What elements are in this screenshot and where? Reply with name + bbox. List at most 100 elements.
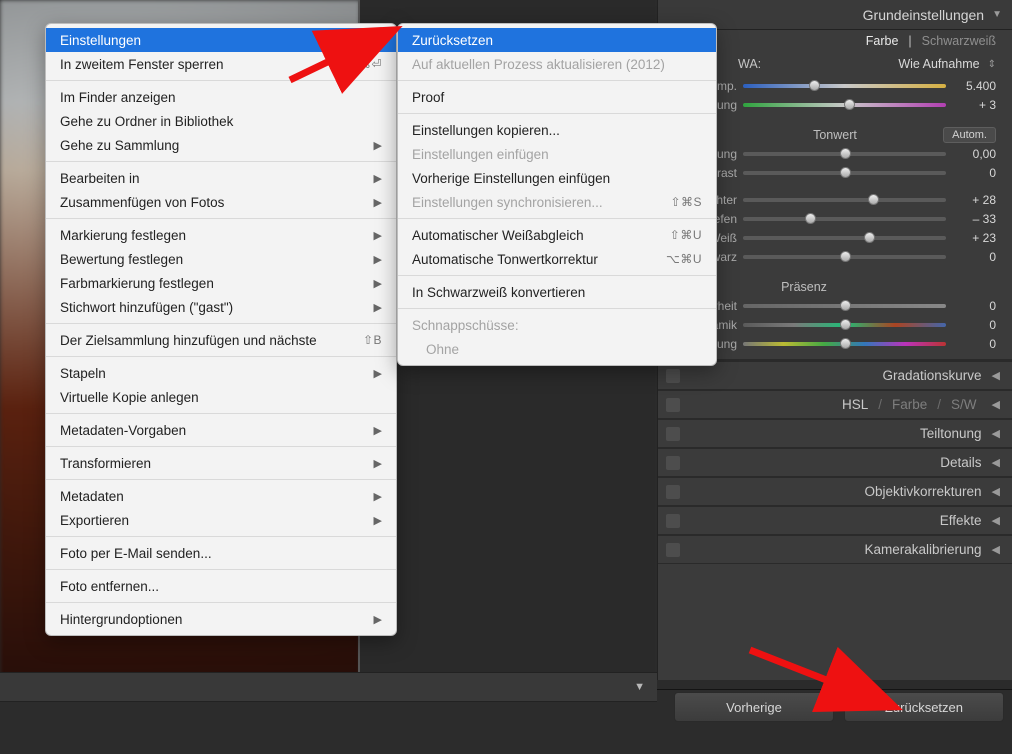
panel-section-header[interactable]: Kamerakalibrierung◀ [658, 535, 1012, 564]
panel-toggle-icon[interactable] [666, 369, 680, 383]
chevron-left-icon: ◀ [992, 369, 1000, 382]
menu-item: Ohne [398, 337, 716, 361]
slider-track[interactable] [743, 217, 946, 221]
auto-button[interactable]: Autom. [943, 127, 996, 143]
panel-section-header[interactable]: HSL/Farbe/S/W◀ [658, 390, 1012, 419]
hsl-tab[interactable]: HSL [837, 397, 873, 412]
menu-separator [398, 275, 716, 276]
treatment-bw[interactable]: Schwarzweiß [922, 34, 996, 48]
menu-item[interactable]: Im Finder anzeigen [46, 85, 396, 109]
slider-knob[interactable] [840, 300, 851, 311]
slider-knob[interactable] [840, 148, 851, 159]
panel-toggle-icon[interactable] [666, 485, 680, 499]
slider-knob[interactable] [864, 232, 875, 243]
dropdown-icon[interactable]: ⇕ [988, 59, 996, 70]
menu-item-label: Metadaten-Vorgaben [60, 423, 186, 438]
menu-item[interactable]: Transformieren▶ [46, 451, 396, 475]
slider-value[interactable]: 0 [952, 337, 996, 351]
menu-item[interactable]: In Schwarzweiß konvertieren [398, 280, 716, 304]
panel-toggle-icon[interactable] [666, 543, 680, 557]
slider-knob[interactable] [840, 251, 851, 262]
slider-value[interactable]: 0 [952, 166, 996, 180]
panel-section-header[interactable]: Details◀ [658, 448, 1012, 477]
slider-track[interactable] [743, 342, 946, 346]
slider-value[interactable]: 0 [952, 299, 996, 313]
hsl-tab[interactable]: S/W [946, 397, 982, 412]
panel-section-header[interactable]: Objektivkorrekturen◀ [658, 477, 1012, 506]
slider-knob[interactable] [840, 167, 851, 178]
context-menu[interactable]: Einstellungen▶In zweitem Fenster sperren… [45, 23, 397, 636]
menu-item-label: Im Finder anzeigen [60, 90, 176, 105]
slider-track[interactable] [743, 198, 946, 202]
menu-shortcut: ⇧⌘U [670, 228, 702, 242]
previous-button[interactable]: Vorherige [674, 692, 834, 722]
slider-track[interactable] [743, 171, 946, 175]
menu-item[interactable]: Gehe zu Sammlung▶ [46, 133, 396, 157]
slider-value[interactable]: + 28 [952, 193, 996, 207]
menu-item[interactable]: Farbmarkierung festlegen▶ [46, 271, 396, 295]
panel-toggle-icon[interactable] [666, 427, 680, 441]
menu-item[interactable]: Der Zielsammlung hinzufügen und nächste⇧… [46, 328, 396, 352]
chevron-right-icon: ▶ [374, 253, 382, 266]
menu-item[interactable]: Einstellungen▶ [46, 28, 396, 52]
menu-item[interactable]: Foto entfernen... [46, 574, 396, 598]
slider-track[interactable] [743, 304, 946, 308]
treatment-color[interactable]: Farbe [866, 34, 899, 48]
hsl-tab[interactable]: Farbe [887, 397, 932, 412]
slider-knob[interactable] [805, 213, 816, 224]
menu-item-label: Exportieren [60, 513, 129, 528]
panel-section-header[interactable]: Teiltonung◀ [658, 419, 1012, 448]
slider-knob[interactable] [840, 338, 851, 349]
panel-toggle-icon[interactable] [666, 398, 680, 412]
slider-value[interactable]: + 3 [952, 98, 996, 112]
menu-item[interactable]: Einstellungen kopieren... [398, 118, 716, 142]
menu-item[interactable]: Metadaten▶ [46, 484, 396, 508]
slider-knob[interactable] [844, 99, 855, 110]
slider-value[interactable]: – 33 [952, 212, 996, 226]
wb-dropdown[interactable]: Wie Aufnahme [898, 57, 979, 71]
section-label: Teiltonung [920, 426, 982, 441]
slider-track[interactable] [743, 236, 946, 240]
menu-item[interactable]: Zusammenfügen von Fotos▶ [46, 190, 396, 214]
menu-item[interactable]: Automatischer Weißabgleich⇧⌘U [398, 223, 716, 247]
slider-track[interactable] [743, 84, 946, 88]
slider-track[interactable] [743, 152, 946, 156]
reset-button[interactable]: Zurücksetzen [844, 692, 1004, 722]
slider-value[interactable]: 0 [952, 250, 996, 264]
slider-knob[interactable] [809, 80, 820, 91]
slider-track[interactable] [743, 323, 946, 327]
menu-item[interactable]: Exportieren▶ [46, 508, 396, 532]
menu-item[interactable]: Proof [398, 85, 716, 109]
slider-value[interactable]: 0 [952, 318, 996, 332]
slider-value[interactable]: 0,00 [952, 147, 996, 161]
menu-item[interactable]: Zurücksetzen [398, 28, 716, 52]
slider-track[interactable] [743, 255, 946, 259]
menu-item[interactable]: In zweitem Fenster sperren⇧⌘⏎ [46, 52, 396, 76]
menu-item[interactable]: Bearbeiten in▶ [46, 166, 396, 190]
panel-toggle-icon[interactable] [666, 514, 680, 528]
menu-item[interactable]: Foto per E-Mail senden... [46, 541, 396, 565]
menu-item[interactable]: Bewertung festlegen▶ [46, 247, 396, 271]
menu-item[interactable]: Metadaten-Vorgaben▶ [46, 418, 396, 442]
menu-separator [398, 113, 716, 114]
panel-section-header[interactable]: Effekte◀ [658, 506, 1012, 535]
menu-item[interactable]: Stichwort hinzufügen ("gast")▶ [46, 295, 396, 319]
settings-submenu[interactable]: ZurücksetzenAuf aktuellen Prozess aktual… [397, 23, 717, 366]
slider-value[interactable]: 5.400 [952, 79, 996, 93]
slider-knob[interactable] [840, 319, 851, 330]
dropdown-icon[interactable]: ▼ [634, 681, 645, 693]
menu-item[interactable]: Markierung festlegen▶ [46, 223, 396, 247]
menu-item[interactable]: Vorherige Einstellungen einfügen [398, 166, 716, 190]
menu-item[interactable]: Hintergrundoptionen▶ [46, 607, 396, 631]
slider-value[interactable]: + 23 [952, 231, 996, 245]
section-label: Effekte [940, 513, 982, 528]
menu-item-label: Hintergrundoptionen [60, 612, 182, 627]
menu-item[interactable]: Automatische Tonwertkorrektur⌥⌘U [398, 247, 716, 271]
menu-item[interactable]: Virtuelle Kopie anlegen [46, 385, 396, 409]
slider-track[interactable] [743, 103, 946, 107]
panel-toggle-icon[interactable] [666, 456, 680, 470]
menu-item-label: In zweitem Fenster sperren [60, 57, 224, 72]
menu-item[interactable]: Stapeln▶ [46, 361, 396, 385]
menu-item[interactable]: Gehe zu Ordner in Bibliothek [46, 109, 396, 133]
slider-knob[interactable] [868, 194, 879, 205]
